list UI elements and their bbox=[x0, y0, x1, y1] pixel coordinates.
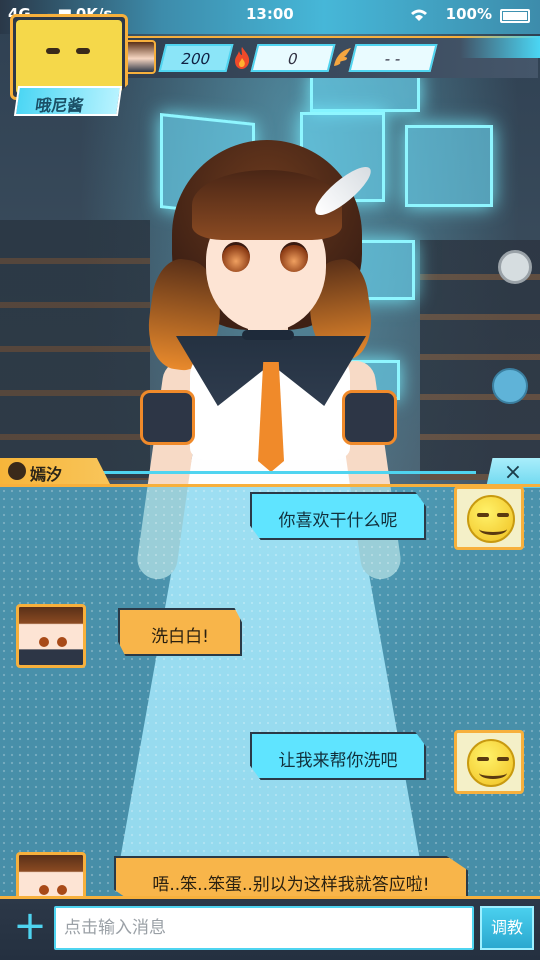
partner-name: 嫣汐 bbox=[30, 465, 63, 484]
clock-time: 13:00 bbox=[246, 5, 294, 23]
header-divider bbox=[96, 471, 476, 474]
character-eye bbox=[280, 242, 308, 272]
player-name: 哦尼酱 bbox=[13, 86, 123, 116]
fire-counter: 0 bbox=[250, 44, 336, 72]
character-eye bbox=[222, 242, 250, 272]
character-sleeve bbox=[140, 390, 195, 445]
my-avatar[interactable] bbox=[454, 486, 524, 550]
plus-icon[interactable]: + bbox=[10, 906, 50, 950]
partner-avatar[interactable] bbox=[16, 604, 86, 668]
character-choker bbox=[242, 330, 294, 340]
wall-clock bbox=[498, 250, 532, 284]
header-decoration bbox=[460, 36, 540, 58]
smiley-pillow bbox=[492, 368, 528, 404]
battery-icon bbox=[500, 9, 530, 23]
partner-mini-avatar[interactable] bbox=[124, 40, 156, 74]
battery-percent: 100% bbox=[445, 5, 492, 23]
avatar-eye bbox=[76, 48, 90, 54]
avatar-image bbox=[16, 20, 122, 94]
my-message-bubble: 你喜欢干什么呢 bbox=[250, 492, 426, 540]
partner-name-tag: 嫣汐 bbox=[0, 458, 110, 484]
my-avatar[interactable] bbox=[454, 730, 524, 794]
my-message-bubble: 让我来帮你洗吧 bbox=[250, 732, 426, 780]
smiley-emoji-icon bbox=[467, 739, 515, 787]
avatar-eye bbox=[46, 48, 60, 54]
partner-head-icon bbox=[8, 462, 26, 480]
wing-counter: - - bbox=[348, 44, 438, 72]
message-input[interactable] bbox=[54, 906, 474, 950]
character-sleeve bbox=[342, 390, 397, 445]
partner-portrait bbox=[19, 607, 83, 665]
partner-message-bubble: 洗白白! bbox=[118, 608, 242, 656]
hologram-screen bbox=[310, 72, 420, 112]
fire-icon bbox=[235, 47, 250, 69]
teach-button[interactable]: 调教 bbox=[480, 906, 534, 950]
wifi-icon bbox=[411, 9, 427, 21]
coin-counter: 200 bbox=[158, 44, 234, 72]
smiley-emoji-icon bbox=[467, 495, 515, 543]
